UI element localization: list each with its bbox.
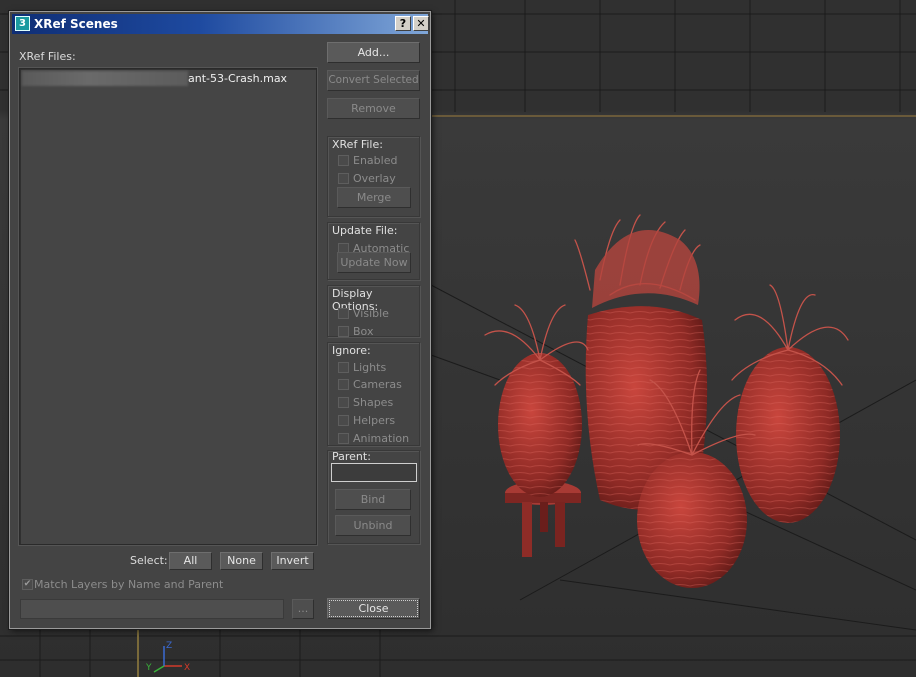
axis-y-label: Y [145, 663, 152, 673]
select-all-button[interactable]: All [169, 552, 212, 570]
dialog-title: XRef Scenes [34, 17, 118, 31]
xref-file-group: XRef File: Enabled Overlay Merge [327, 136, 420, 217]
xref-files-label: XRef Files: [19, 50, 76, 63]
parent-group: Parent: Bind Unbind [327, 450, 420, 544]
close-button[interactable]: Close [327, 598, 420, 619]
checkbox-label: Lights [353, 361, 387, 374]
bind-button[interactable]: Bind [335, 489, 411, 510]
path-field[interactable] [20, 599, 284, 619]
xref-scenes-dialog: 3 XRef Scenes ? ✕ XRef Files: ant-53-Cra… [9, 11, 431, 629]
select-label: Select: [130, 554, 168, 567]
checkbox-box[interactable] [338, 155, 349, 166]
axis-gizmo: X Z Y [145, 641, 190, 673]
list-item[interactable]: ant-53-Crash.max [22, 71, 314, 86]
axis-z-label: Z [166, 641, 172, 651]
checkbox-box[interactable] [338, 326, 349, 337]
update-file-group: Update File: Automatic Update Now [327, 222, 420, 280]
display-options-group: Display Options: Visible Box [327, 285, 420, 338]
checkbox-label: Overlay [353, 172, 396, 185]
xref-files-list[interactable]: ant-53-Crash.max [19, 68, 317, 545]
parent-field[interactable] [331, 463, 417, 482]
checkmark-icon[interactable]: ✔ [22, 579, 33, 590]
checkbox-box[interactable] [338, 397, 349, 408]
plant-pots-render [484, 214, 849, 588]
checkbox-label: Visible [353, 307, 389, 320]
checkbox-box[interactable] [338, 415, 349, 426]
convert-selected-button[interactable]: Convert Selected [327, 70, 420, 91]
checkbox-label: Enabled [353, 154, 398, 167]
checkbox-label: Animation [353, 432, 410, 445]
checkbox-box[interactable] [338, 433, 349, 444]
checkbox-label: Cameras [353, 378, 402, 391]
help-button[interactable]: ? [395, 16, 411, 31]
checkbox-label: Box [353, 325, 374, 338]
browse-button[interactable]: ... [292, 599, 314, 619]
file-name: ant-53-Crash.max [188, 72, 288, 85]
remove-button[interactable]: Remove [327, 98, 420, 119]
ignore-group: Ignore: Lights Cameras Shapes Helpers An… [327, 342, 420, 446]
group-title: Update File: [332, 224, 398, 237]
checkbox-label: Helpers [353, 414, 396, 427]
checkbox-box[interactable] [338, 308, 349, 319]
update-now-button[interactable]: Update Now [337, 252, 411, 273]
merge-button[interactable]: Merge [337, 187, 411, 208]
obscured-path [22, 71, 188, 86]
group-title: Ignore: [332, 344, 371, 357]
axis-x-label: X [184, 663, 190, 673]
select-none-button[interactable]: None [220, 552, 263, 570]
checkbox-box[interactable] [338, 379, 349, 390]
checkbox-box[interactable] [338, 362, 349, 373]
checkbox-label: Match Layers by Name and Parent [34, 578, 224, 591]
3dsmax-app-icon: 3 [15, 16, 30, 31]
close-window-button[interactable]: ✕ [413, 16, 429, 31]
group-title: XRef File: [332, 138, 383, 151]
unbind-button[interactable]: Unbind [335, 515, 411, 536]
group-title: Parent: [332, 450, 371, 463]
dialog-titlebar[interactable]: 3 XRef Scenes ? ✕ [12, 14, 429, 34]
add-button[interactable]: Add... [327, 42, 420, 63]
checkbox-box[interactable] [338, 173, 349, 184]
select-invert-button[interactable]: Invert [271, 552, 314, 570]
checkbox-label: Shapes [353, 396, 394, 409]
